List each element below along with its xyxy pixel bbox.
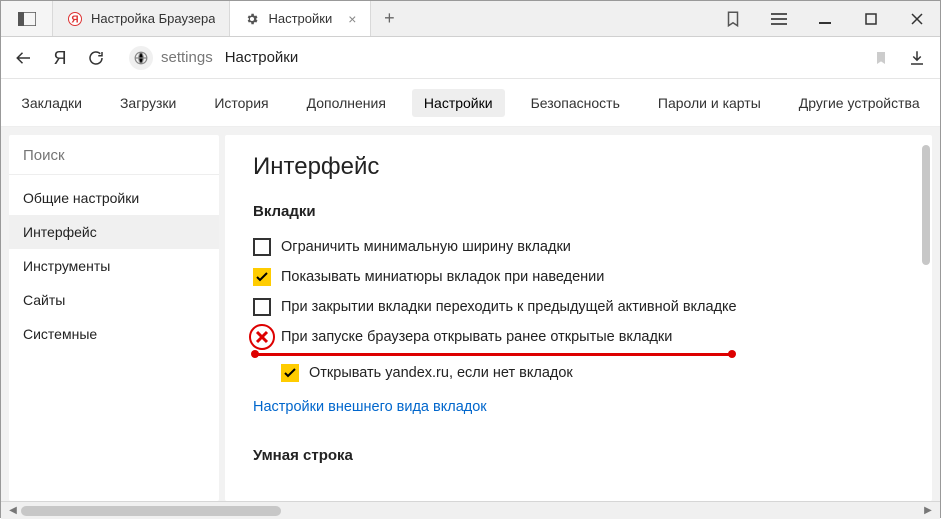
checkbox[interactable] [253, 268, 271, 286]
site-info-icon[interactable] [129, 46, 153, 70]
sidebar-item-system[interactable]: Системные [9, 317, 219, 351]
bottom-scrollbar: ◀ ▶ [1, 501, 940, 519]
scrollbar-thumb[interactable] [21, 506, 281, 516]
nav-history[interactable]: История [202, 89, 280, 117]
settings-nav: Закладки Загрузки История Дополнения Нас… [1, 79, 940, 127]
sidebar-item-tools[interactable]: Инструменты [9, 249, 219, 283]
sidebar-item-sites[interactable]: Сайты [9, 283, 219, 317]
option-restore-tabs: При запуске браузера открывать ранее отк… [253, 322, 904, 352]
nav-settings[interactable]: Настройки [412, 89, 505, 117]
url-host: settings [161, 49, 213, 66]
minimize-button[interactable] [802, 1, 848, 37]
section-smartline-title: Умная строка [253, 447, 904, 464]
option-min-width: Ограничить минимальную ширину вкладки [253, 232, 904, 262]
tab-title: Настройки [268, 11, 332, 26]
reload-button[interactable] [85, 47, 107, 69]
bookmarks-bar-icon[interactable] [710, 1, 756, 37]
bookmark-icon[interactable] [870, 47, 892, 69]
checkbox[interactable] [253, 238, 271, 256]
maximize-button[interactable] [848, 1, 894, 37]
downloads-icon[interactable] [906, 47, 928, 69]
annotation-x-icon [249, 324, 275, 350]
section-tabs-title: Вкладки [253, 203, 904, 220]
nav-devices[interactable]: Другие устройства [787, 89, 932, 117]
option-close-prev: При закрытии вкладки переходить к предыд… [253, 292, 904, 322]
option-open-yandex: Открывать yandex.ru, если нет вкладок [253, 358, 904, 388]
menu-icon[interactable] [756, 1, 802, 37]
tabs-appearance-link[interactable]: Настройки внешнего вида вкладок [253, 399, 487, 415]
svg-text:Я: Я [54, 48, 67, 68]
address-box[interactable]: settings Настройки [121, 43, 856, 73]
tab-1[interactable]: Настройки × [230, 1, 371, 36]
nav-extensions[interactable]: Дополнения [295, 89, 398, 117]
nav-passwords[interactable]: Пароли и карты [646, 89, 773, 117]
option-label: Показывать миниатюры вкладок при наведен… [281, 269, 604, 285]
nav-downloads[interactable]: Загрузки [108, 89, 188, 117]
annotation-underline [253, 353, 734, 356]
settings-sidebar: Общие настройки Интерфейс Инструменты Са… [9, 135, 219, 501]
tab-title: Настройка Браузера [91, 11, 215, 26]
nav-security[interactable]: Безопасность [519, 89, 632, 117]
back-button[interactable] [13, 47, 35, 69]
yandex-home-button[interactable]: Я [49, 47, 71, 69]
gear-icon [244, 11, 260, 27]
sidebar-item-general[interactable]: Общие настройки [9, 181, 219, 215]
content-panel: Интерфейс Вкладки Ограничить минимальную… [225, 135, 932, 501]
panel-toggle[interactable] [1, 1, 53, 36]
option-label: При запуске браузера открывать ранее отк… [281, 329, 672, 345]
sidebar-item-interface[interactable]: Интерфейс [9, 215, 219, 249]
option-thumbnails: Показывать миниатюры вкладок при наведен… [253, 262, 904, 292]
search-input[interactable] [23, 147, 205, 164]
scrollbar-vertical[interactable] [920, 145, 930, 491]
close-icon[interactable]: × [348, 11, 356, 27]
scrollbar-thumb[interactable] [922, 145, 930, 265]
scroll-right-arrow[interactable]: ▶ [920, 505, 936, 516]
checkbox[interactable] [281, 364, 299, 382]
titlebar-spacer [407, 1, 710, 36]
tab-0[interactable]: Я Настройка Браузера [53, 1, 230, 36]
yandex-icon: Я [67, 11, 83, 27]
option-label: Ограничить минимальную ширину вкладки [281, 239, 571, 255]
svg-text:Я: Я [71, 14, 78, 25]
panel-icon [17, 11, 37, 27]
close-button[interactable] [894, 1, 940, 37]
scroll-left-arrow[interactable]: ◀ [5, 505, 21, 516]
new-tab-button[interactable]: + [371, 1, 407, 36]
option-label: Открывать yandex.ru, если нет вкладок [309, 365, 573, 381]
option-label: При закрытии вкладки переходить к предыд… [281, 299, 737, 315]
scrollbar-horizontal[interactable] [21, 504, 920, 518]
checkbox[interactable] [253, 298, 271, 316]
nav-bookmarks[interactable]: Закладки [9, 89, 94, 117]
page-heading: Интерфейс [253, 153, 904, 181]
url-title: Настройки [225, 49, 299, 66]
